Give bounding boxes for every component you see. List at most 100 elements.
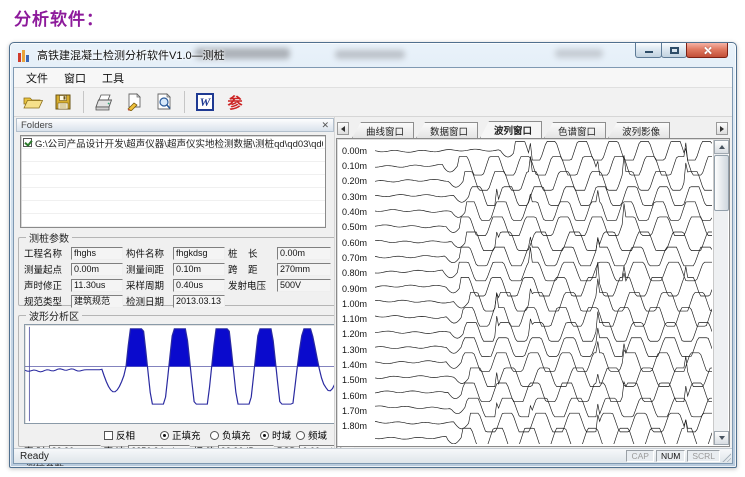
param-label: 测量间距	[126, 262, 170, 276]
print-preview-button[interactable]	[151, 90, 177, 114]
minimize-button[interactable]	[635, 43, 662, 58]
depth-label: 1.50m	[342, 375, 374, 385]
status-indicator-cap: CAP	[626, 450, 653, 462]
window-title: 高铁建混凝土检测分析软件V1.0—测桩	[37, 47, 225, 63]
analysis-waveform	[25, 325, 354, 423]
param-field[interactable]: 500V	[277, 279, 331, 292]
param-icon: 参	[227, 92, 242, 113]
save-button[interactable]	[50, 90, 76, 114]
depth-label: 1.80m	[342, 421, 374, 431]
word-export-button[interactable]: W	[192, 90, 218, 114]
param-label: 规范类型	[24, 294, 68, 308]
depth-label: 1.00m	[342, 299, 374, 309]
status-indicator-num: NUM	[656, 450, 685, 462]
toolbar-separator	[83, 91, 84, 113]
open-folder-icon	[23, 94, 43, 110]
radio-icon[interactable]	[260, 431, 269, 440]
left-panel: Folders ✕ G:\公司产品设计开发\超声仪器\超声仪实地检测数据\测桩q…	[16, 118, 334, 447]
titlebar[interactable]: 高铁建混凝土检测分析软件V1.0—测桩	[10, 43, 736, 67]
wave-trace	[375, 398, 712, 417]
vertical-scrollbar[interactable]	[713, 140, 728, 445]
scrollbar-thumb[interactable]	[714, 155, 729, 211]
depth-label: 0.00m	[342, 146, 374, 156]
scroll-up-button[interactable]	[714, 140, 729, 154]
param-field[interactable]: 0.10m	[173, 263, 225, 276]
checkbox-icon[interactable]	[104, 431, 113, 440]
close-icon[interactable]: ✕	[321, 121, 329, 130]
wave-list-area[interactable]: 0.00m0.10m0.20m0.30m0.40m0.50m0.60m0.70m…	[336, 138, 730, 447]
depth-label: 1.60m	[342, 391, 374, 401]
chevron-left-icon	[341, 126, 345, 132]
word-icon: W	[196, 93, 214, 111]
tab-曲线窗口[interactable]: 曲线窗口	[352, 122, 414, 138]
parameter-button[interactable]: 参	[222, 90, 248, 114]
wave-analysis-title: 波形分析区	[26, 308, 82, 323]
param-field[interactable]: 建筑规范	[71, 295, 123, 308]
maximize-button[interactable]	[661, 43, 687, 58]
waveform-plot[interactable]	[24, 324, 355, 424]
param-label: 桩 长	[228, 246, 274, 260]
menu-item-文件[interactable]: 文件	[18, 68, 56, 88]
app-window: 高铁建混凝土检测分析软件V1.0—测桩 文件窗口工具	[9, 42, 737, 468]
param-field[interactable]: 0.00m	[277, 247, 331, 260]
menu-item-工具[interactable]: 工具	[94, 68, 132, 88]
tab-bar: 曲线窗口数据窗口波列窗口色谱窗口波列影像	[336, 118, 730, 138]
param-field[interactable]: 2013.03.13	[173, 295, 225, 308]
client-area: 文件窗口工具	[13, 67, 733, 464]
radio-icon[interactable]	[296, 431, 305, 440]
wave-trace	[375, 143, 712, 175]
wave-trace	[375, 374, 712, 402]
freq-domain-radio[interactable]: 频域	[296, 428, 327, 442]
toolbar: W 参	[14, 88, 732, 117]
param-field[interactable]: 11.30us	[71, 279, 123, 292]
fill-negative-radio[interactable]: 负填充	[210, 428, 251, 442]
toolbar-separator	[184, 91, 185, 113]
folder-item[interactable]: G:\公司产品设计开发\超声仪器\超声仪实地检测数据\测桩qd\qd03\qd0…	[21, 136, 325, 149]
control-label: 时域	[272, 428, 291, 442]
wave-analysis-group: 波形分析区 反相正填充负填充时域频域 声 时82.90us声 速3256.94m…	[18, 308, 361, 447]
tab-scroll-right-button[interactable]	[716, 122, 728, 135]
param-field[interactable]: 270mm	[277, 263, 331, 276]
print-button[interactable]	[91, 90, 117, 114]
save-floppy-icon	[55, 94, 71, 110]
resize-grip[interactable]	[721, 452, 731, 462]
wave-trace	[375, 141, 712, 160]
tab-scroll-left-button[interactable]	[337, 122, 349, 135]
folders-list[interactable]: G:\公司产品设计开发\超声仪器\超声仪实地检测数据\测桩qd\qd03\qd0…	[20, 135, 326, 228]
folders-panel-header[interactable]: Folders ✕	[16, 118, 334, 132]
depth-label: 0.50m	[342, 222, 374, 232]
glass-smudge	[555, 49, 603, 58]
radio-icon[interactable]	[160, 431, 169, 440]
export-report-button[interactable]	[121, 90, 147, 114]
time-domain-radio[interactable]: 时域	[260, 428, 291, 442]
triangle-up-icon	[719, 145, 725, 149]
param-label: 发射电压	[228, 278, 274, 292]
screenshot-canvas: 分析软件： 高铁建混凝土检测分析软件V1.0—测桩 文件窗口工具	[0, 0, 745, 477]
scroll-down-button[interactable]	[714, 431, 729, 445]
depth-label: 0.80m	[342, 268, 374, 278]
tab-数据窗口[interactable]: 数据窗口	[416, 122, 478, 138]
param-label: 测量起点	[24, 262, 68, 276]
status-indicator-scrl: SCRL	[687, 450, 720, 462]
tab-波列窗口[interactable]: 波列窗口	[480, 121, 542, 138]
invert-checkbox[interactable]: 反相	[104, 428, 135, 442]
wave-trace	[375, 328, 712, 356]
param-label: 采样周期	[126, 278, 170, 292]
control-label: 负填充	[222, 428, 251, 442]
param-field[interactable]: fhghs	[71, 247, 123, 260]
depth-label: 0.30m	[342, 192, 374, 202]
export-report-icon	[125, 93, 143, 111]
depth-label: 0.20m	[342, 176, 374, 186]
param-label: 构件名称	[126, 246, 170, 260]
menu-item-窗口[interactable]: 窗口	[56, 68, 94, 88]
param-field[interactable]: 0.00m	[71, 263, 123, 276]
close-button[interactable]	[686, 43, 728, 58]
fill-positive-radio[interactable]: 正填充	[160, 428, 201, 442]
tab-色谱窗口[interactable]: 色谱窗口	[544, 122, 606, 138]
param-field[interactable]: 0.40us	[173, 279, 225, 292]
radio-icon[interactable]	[210, 431, 219, 440]
param-field[interactable]: fhgkdsg	[173, 247, 225, 260]
folder-checkbox[interactable]	[23, 138, 32, 147]
tab-波列影像[interactable]: 波列影像	[608, 122, 670, 138]
open-button[interactable]	[20, 90, 46, 114]
